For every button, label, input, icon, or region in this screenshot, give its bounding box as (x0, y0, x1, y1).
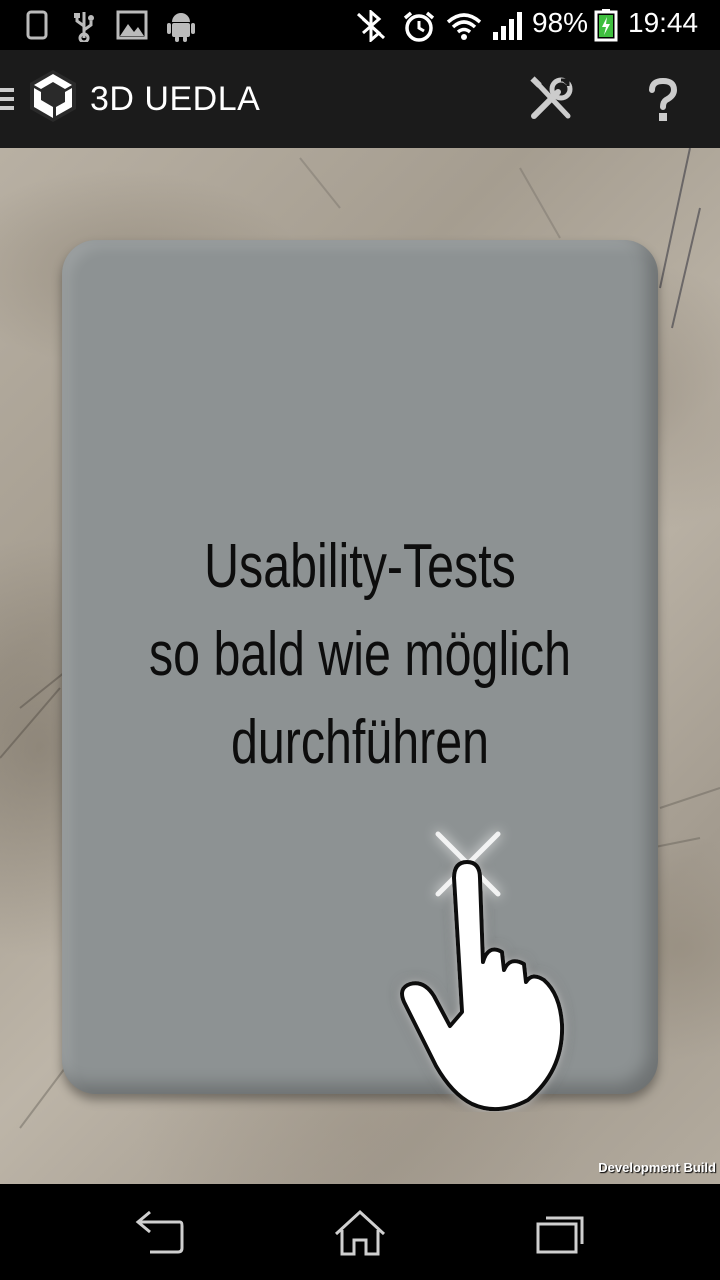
alarm-icon (403, 11, 435, 42)
signal-icon (493, 12, 522, 40)
battery-percent: 98% (532, 7, 589, 38)
unity-logo-icon[interactable] (28, 68, 78, 124)
development-build-label: Development Build (598, 1160, 716, 1175)
tap-hand-icon (400, 831, 565, 1112)
wifi-icon (446, 13, 482, 40)
android-icon (167, 13, 195, 42)
card-line-3: durchführen (230, 708, 490, 777)
tools-icon[interactable] (528, 76, 574, 122)
app-title: 3D UEDLA (90, 80, 261, 118)
menu-icon[interactable] (0, 86, 16, 112)
back-icon[interactable] (120, 1204, 200, 1260)
phone-icon (26, 10, 48, 40)
content-area: Usability-Tests so bald wie möglich durc… (0, 148, 720, 1184)
navigation-bar (0, 1184, 720, 1280)
help-icon[interactable] (648, 78, 678, 122)
status-bar: 98% 19:44 (0, 0, 720, 50)
card-line-1: Usability-Tests (204, 532, 516, 601)
usb-icon (74, 12, 94, 42)
recent-apps-icon[interactable] (520, 1204, 600, 1260)
home-icon[interactable] (320, 1204, 400, 1260)
bluetooth-off-icon (356, 10, 386, 42)
card-line-2: so bald wie möglich (148, 620, 572, 689)
clock: 19:44 (628, 7, 699, 38)
battery-charging-icon (594, 9, 618, 42)
image-icon (116, 10, 148, 40)
